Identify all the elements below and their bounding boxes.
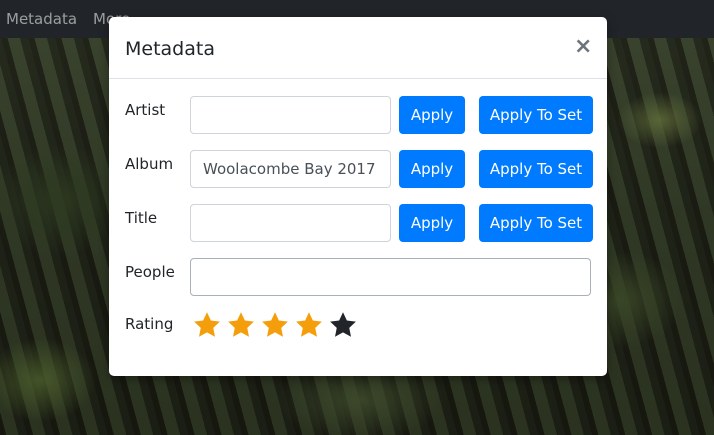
modal-title: Metadata — [125, 38, 215, 60]
title-apply-to-set-button[interactable]: Apply To Set — [479, 204, 593, 242]
close-button[interactable]: × — [574, 35, 592, 59]
star-filled-icon[interactable] — [224, 310, 258, 340]
people-label: People — [125, 263, 175, 281]
star-filled-icon[interactable] — [258, 310, 292, 340]
artist-apply-button[interactable]: Apply — [399, 96, 465, 134]
artist-input[interactable] — [190, 96, 391, 134]
rating-stars — [190, 310, 360, 340]
album-apply-to-set-button[interactable]: Apply To Set — [479, 150, 593, 188]
title-apply-button[interactable]: Apply — [399, 204, 465, 242]
title-input[interactable] — [190, 204, 391, 242]
people-input[interactable] — [190, 258, 591, 296]
album-label: Album — [125, 155, 174, 173]
star-empty-icon[interactable] — [326, 310, 360, 340]
title-label: Title — [125, 209, 158, 227]
rating-label: Rating — [125, 315, 174, 333]
metadata-modal: Metadata × Artist Apply Apply To Set Alb… — [109, 17, 607, 376]
star-filled-icon[interactable] — [190, 310, 224, 340]
artist-apply-to-set-button[interactable]: Apply To Set — [479, 96, 593, 134]
album-input[interactable] — [190, 150, 391, 188]
nav-link-metadata[interactable]: Metadata — [6, 10, 77, 28]
star-filled-icon[interactable] — [292, 310, 326, 340]
album-apply-button[interactable]: Apply — [399, 150, 465, 188]
artist-label: Artist — [125, 101, 166, 119]
modal-header: Metadata × — [109, 17, 607, 79]
